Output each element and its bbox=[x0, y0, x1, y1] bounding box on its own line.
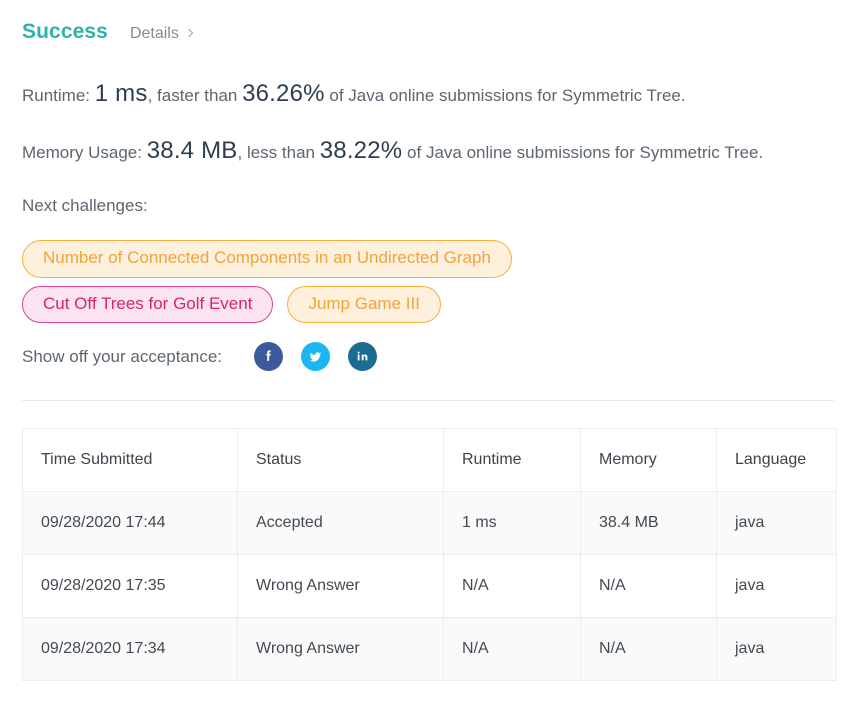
challenge-tag[interactable]: Cut Off Trees for Golf Event bbox=[22, 285, 274, 324]
memory-label: Memory Usage: bbox=[22, 143, 142, 162]
table-row[interactable]: 09/28/2020 17:35 Wrong Answer N/A N/A ja… bbox=[22, 554, 837, 618]
challenge-tag[interactable]: Jump Game III bbox=[287, 285, 441, 324]
cell-memory: N/A bbox=[580, 617, 717, 681]
twitter-share-button[interactable] bbox=[301, 342, 331, 371]
column-header-memory: Memory bbox=[580, 428, 717, 492]
submissions-table-container: Time Submitted Status Runtime Memory Lan… bbox=[22, 428, 837, 681]
column-header-time-submitted: Time Submitted bbox=[22, 428, 238, 492]
cell-time-submitted: 09/28/2020 17:34 bbox=[22, 617, 238, 681]
table-body: 09/28/2020 17:44 Accepted 1 ms 38.4 MB j… bbox=[22, 491, 837, 681]
cell-runtime: 1 ms bbox=[443, 491, 581, 555]
runtime-value: 1 ms bbox=[94, 80, 148, 107]
runtime-percentile: 36.26% bbox=[242, 80, 325, 107]
section-divider bbox=[22, 400, 834, 401]
memory-stat: Memory Usage: 38.4 MB, less than 38.22% … bbox=[22, 139, 763, 163]
share-section: Show off your acceptance: bbox=[22, 342, 378, 371]
twitter-icon bbox=[309, 352, 322, 362]
memory-comparator: , less than bbox=[237, 143, 320, 162]
page-title: Success bbox=[22, 20, 108, 43]
cell-runtime: N/A bbox=[443, 554, 581, 618]
chevron-right-icon bbox=[184, 28, 194, 38]
runtime-stat: Runtime: 1 ms, faster than 36.26% of Jav… bbox=[22, 82, 686, 106]
cell-time-submitted: 09/28/2020 17:35 bbox=[22, 554, 238, 618]
column-header-language: Language bbox=[716, 428, 837, 492]
cell-memory: 38.4 MB bbox=[580, 491, 717, 555]
runtime-suffix: of Java online submissions for Symmetric… bbox=[324, 86, 686, 105]
cell-status[interactable]: Wrong Answer bbox=[237, 554, 444, 618]
details-link-label: Details bbox=[129, 25, 179, 42]
table-header-row: Time Submitted Status Runtime Memory Lan… bbox=[22, 428, 837, 492]
result-header: Success Details bbox=[22, 20, 194, 44]
runtime-label: Runtime: bbox=[22, 86, 91, 105]
cell-language: java bbox=[716, 617, 837, 681]
column-header-status: Status bbox=[237, 428, 444, 492]
table-row[interactable]: 09/28/2020 17:44 Accepted 1 ms 38.4 MB j… bbox=[22, 491, 837, 555]
table-row[interactable]: 09/28/2020 17:34 Wrong Answer N/A N/A ja… bbox=[22, 617, 837, 681]
submissions-table: Time Submitted Status Runtime Memory Lan… bbox=[22, 428, 837, 681]
column-header-runtime: Runtime bbox=[443, 428, 581, 492]
share-label: Show off your acceptance: bbox=[22, 346, 223, 366]
cell-status[interactable]: Wrong Answer bbox=[237, 617, 444, 681]
cell-language: java bbox=[716, 554, 837, 618]
cell-status[interactable]: Accepted bbox=[237, 491, 444, 555]
tag-row-1: Number of Connected Components in an Und… bbox=[22, 240, 512, 278]
next-challenges-tags: Number of Connected Components in an Und… bbox=[22, 240, 512, 324]
memory-suffix: of Java online submissions for Symmetric… bbox=[402, 143, 764, 162]
cell-runtime: N/A bbox=[443, 617, 581, 681]
share-icon-group bbox=[254, 342, 378, 371]
tag-row-2: Cut Off Trees for Golf Event Jump Game I… bbox=[22, 285, 441, 324]
facebook-share-button[interactable] bbox=[254, 342, 284, 371]
linkedin-share-button[interactable] bbox=[348, 342, 378, 371]
memory-percentile: 38.22% bbox=[319, 137, 403, 164]
linkedin-icon bbox=[357, 351, 368, 361]
cell-memory: N/A bbox=[580, 554, 717, 618]
submission-result-page: Success Details Runtime: 1 ms, faster th… bbox=[0, 0, 856, 709]
runtime-comparator: , faster than bbox=[147, 86, 243, 105]
challenge-tag[interactable]: Number of Connected Components in an Und… bbox=[22, 240, 512, 278]
table-head: Time Submitted Status Runtime Memory Lan… bbox=[22, 428, 837, 492]
details-link[interactable]: Details bbox=[129, 25, 194, 43]
next-challenges-label: Next challenges: bbox=[22, 196, 148, 215]
cell-time-submitted: 09/28/2020 17:44 bbox=[22, 491, 238, 555]
facebook-icon bbox=[266, 350, 271, 361]
cell-language: java bbox=[716, 491, 837, 555]
memory-value: 38.4 MB bbox=[146, 137, 238, 164]
